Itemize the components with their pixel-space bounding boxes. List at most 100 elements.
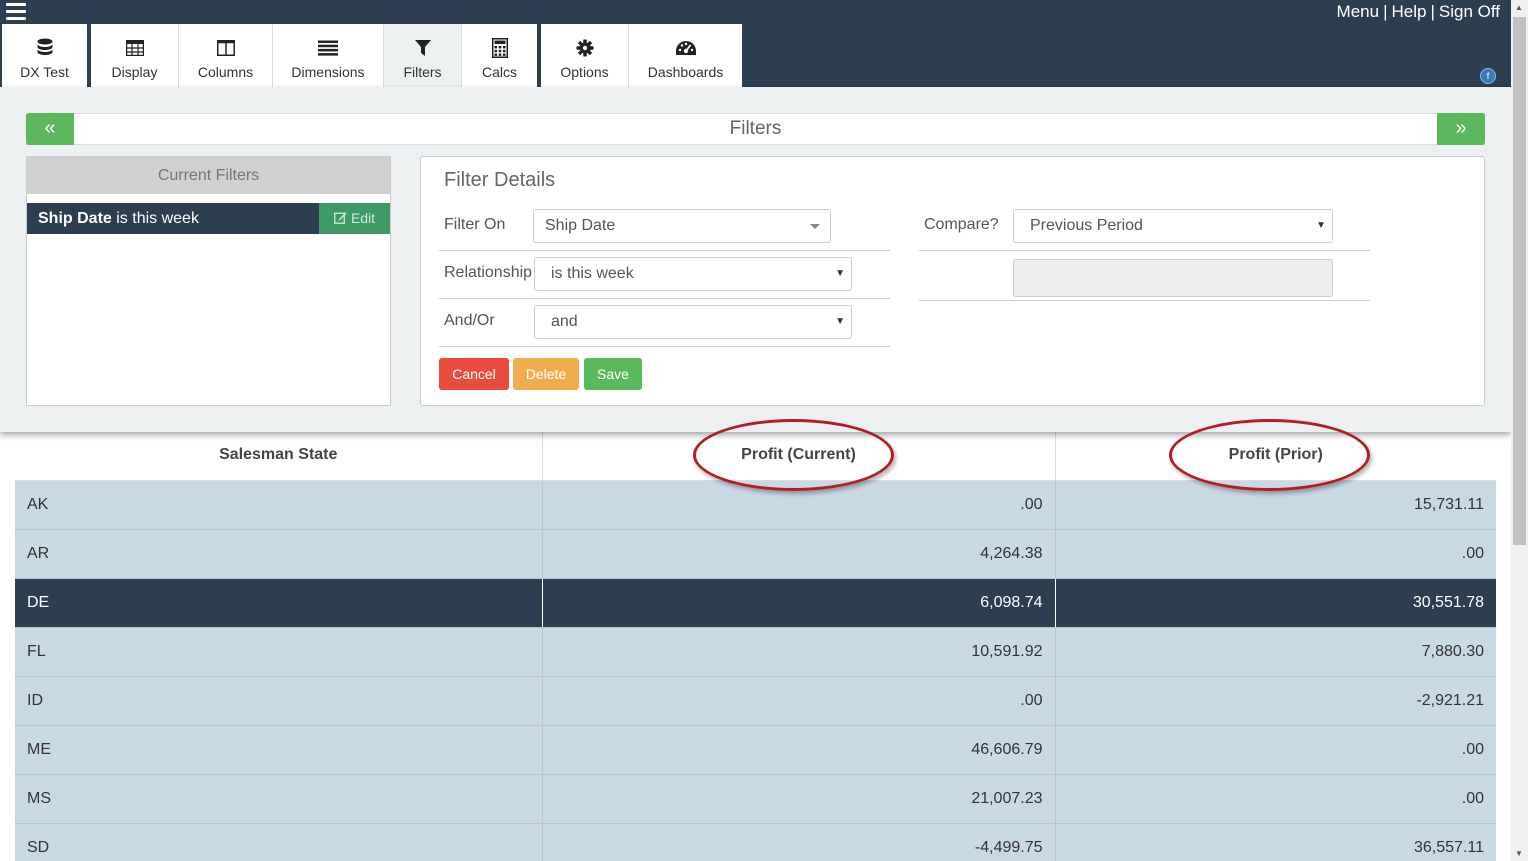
table-row[interactable]: SD -4,499.75 36,557.11 xyxy=(15,823,1496,861)
cell-salesman-state: AR xyxy=(15,529,543,579)
tab-label: DX Test xyxy=(20,64,69,80)
top-links: Menu | Help | Sign Off xyxy=(1337,2,1500,22)
cell-profit-current: .00 xyxy=(542,676,1056,726)
cell-profit-current: .00 xyxy=(542,480,1056,530)
cell-profit-prior: 7,880.30 xyxy=(1055,627,1496,677)
delete-button[interactable]: Delete xyxy=(513,358,579,390)
page-scrollbar[interactable]: ▲ ▼ xyxy=(1511,0,1528,861)
filter-details-title: Filter Details xyxy=(444,169,556,191)
table-row[interactable]: DE 6,098.74 30,551.78 xyxy=(15,578,1496,628)
top-bar: Menu | Help | Sign Off DX Test Display Colum… xyxy=(0,0,1511,87)
filter-icon xyxy=(414,38,431,58)
tab-label: Dashboards xyxy=(647,64,724,80)
tab-label: Options xyxy=(560,64,609,80)
tab-label: Display xyxy=(111,64,158,80)
and-or-select[interactable]: and ▼ xyxy=(534,305,852,339)
chevron-down-icon: ▼ xyxy=(835,316,845,327)
table-row[interactable]: MS 21,007.23.00 xyxy=(15,774,1496,824)
scroll-down-arrow-icon[interactable]: ▼ xyxy=(1515,849,1523,858)
filter-on-row: Filter On Ship Date xyxy=(439,203,890,251)
current-filters-box: Current Filters Ship Date is this week E… xyxy=(26,156,391,406)
tab-calcs[interactable]: Calcs xyxy=(462,24,541,87)
scroll-up-arrow-icon[interactable]: ▲ xyxy=(1515,3,1523,12)
tab-label: Calcs xyxy=(481,64,517,80)
table-grid-icon xyxy=(125,38,144,58)
cell-salesman-state: ME xyxy=(15,725,543,775)
tab-label: Columns xyxy=(197,64,254,80)
column-header-salesman-state[interactable]: Salesman State xyxy=(15,431,543,481)
tab-columns[interactable]: Columns xyxy=(179,24,273,87)
cell-profit-prior: 36,557.11 xyxy=(1055,823,1496,861)
current-filters-heading: Current Filters xyxy=(27,157,390,194)
edit-label: Edit xyxy=(350,210,376,226)
column-header-profit-prior[interactable]: Profit (Prior) xyxy=(1055,431,1496,481)
cell-profit-prior: .00 xyxy=(1055,529,1496,579)
tab-dashboards[interactable]: Dashboards xyxy=(629,24,742,87)
tab-filters[interactable]: Filters xyxy=(384,24,462,87)
hamburger-menu-icon[interactable] xyxy=(6,3,26,21)
table-row[interactable]: FL 10,591.92 7,880.30 xyxy=(15,627,1496,677)
chevron-down-icon: ▼ xyxy=(1316,220,1326,231)
database-icon xyxy=(37,38,53,58)
dashboard-gauge-icon xyxy=(675,38,697,58)
compare-value: Previous Period xyxy=(1030,217,1143,234)
current-filter-item[interactable]: Ship Date is this week Edit xyxy=(27,203,390,234)
calculator-icon xyxy=(491,38,508,58)
cell-profit-current: 4,264.38 xyxy=(542,529,1056,579)
filter-field-name: Ship Date xyxy=(38,210,112,227)
and-or-label: And/Or xyxy=(444,312,495,329)
tab-display[interactable]: Display xyxy=(91,24,179,87)
filter-on-select[interactable]: Ship Date xyxy=(533,209,831,243)
sign-off-link[interactable]: Sign Off xyxy=(1439,2,1500,21)
main-tabs: DX Test Display Columns Dimensions Filte… xyxy=(2,24,742,87)
cell-profit-prior: 30,551.78 xyxy=(1055,578,1496,628)
relationship-value: is this week xyxy=(551,265,634,282)
cell-profit-current: 10,591.92 xyxy=(542,627,1056,677)
cell-salesman-state: MS xyxy=(15,774,543,824)
menu-link[interactable]: Menu xyxy=(1337,2,1380,21)
compare-row: Compare? Previous Period ▼ xyxy=(919,203,1370,251)
link-separator: | xyxy=(1383,2,1388,21)
filter-on-label: Filter On xyxy=(444,216,506,233)
cell-profit-prior: -2,921.21 xyxy=(1055,676,1496,726)
scrollbar-thumb[interactable] xyxy=(1513,17,1526,545)
cell-profit-current: 46,606.79 xyxy=(542,725,1056,775)
compare-label: Compare? xyxy=(924,216,999,233)
table-row[interactable]: ME 46,606.79.00 xyxy=(15,725,1496,775)
cell-profit-current: 21,007.23 xyxy=(542,774,1056,824)
table-row[interactable]: ID .00 -2,921.21 xyxy=(15,676,1496,726)
tab-label: Dimensions xyxy=(291,64,365,80)
tab-dx-test[interactable]: DX Test xyxy=(2,24,91,87)
filter-condition: is this week xyxy=(111,210,199,227)
table-header-row: Salesman State Profit (Current) Profit (… xyxy=(15,431,1496,481)
cell-profit-prior: .00 xyxy=(1055,725,1496,775)
tab-dimensions[interactable]: Dimensions xyxy=(273,24,384,87)
relationship-select[interactable]: is this week ▼ xyxy=(534,257,852,291)
chevron-down-icon: ▼ xyxy=(835,268,845,279)
next-panel-button[interactable]: » xyxy=(1437,113,1485,145)
cell-salesman-state: SD xyxy=(15,823,543,861)
and-or-value: and xyxy=(551,313,578,330)
filters-panel: « Filters » Current Filters Ship Date is… xyxy=(0,87,1511,432)
cell-salesman-state: ID xyxy=(15,676,543,726)
cancel-button[interactable]: Cancel xyxy=(439,358,509,390)
and-or-row: And/Or and ▼ xyxy=(439,299,890,347)
column-header-profit-current[interactable]: Profit (Current) xyxy=(542,431,1056,481)
cell-salesman-state: FL xyxy=(15,627,543,677)
gear-icon xyxy=(576,38,594,58)
tab-options[interactable]: Options xyxy=(541,24,629,87)
cell-salesman-state: DE xyxy=(15,578,543,628)
save-button[interactable]: Save xyxy=(584,358,642,390)
results-table: Salesman State Profit (Current) Profit (… xyxy=(15,431,1496,861)
cell-salesman-state: AK xyxy=(15,480,543,530)
compare-select[interactable]: Previous Period ▼ xyxy=(1013,209,1333,243)
compare-secondary-input xyxy=(1013,259,1333,297)
edit-filter-button[interactable]: Edit xyxy=(319,203,390,234)
cell-profit-current: 6,098.74 xyxy=(542,578,1056,628)
filter-details-box: Filter Details Filter On Ship Date Relat… xyxy=(420,156,1485,406)
table-row[interactable]: AR 4,264.38.00 xyxy=(15,529,1496,579)
help-link[interactable]: Help xyxy=(1391,2,1426,21)
table-row[interactable]: AK .00 15,731.11 xyxy=(15,480,1496,530)
filters-title-bar: « Filters » xyxy=(26,113,1485,145)
tab-label: Filters xyxy=(403,64,442,80)
